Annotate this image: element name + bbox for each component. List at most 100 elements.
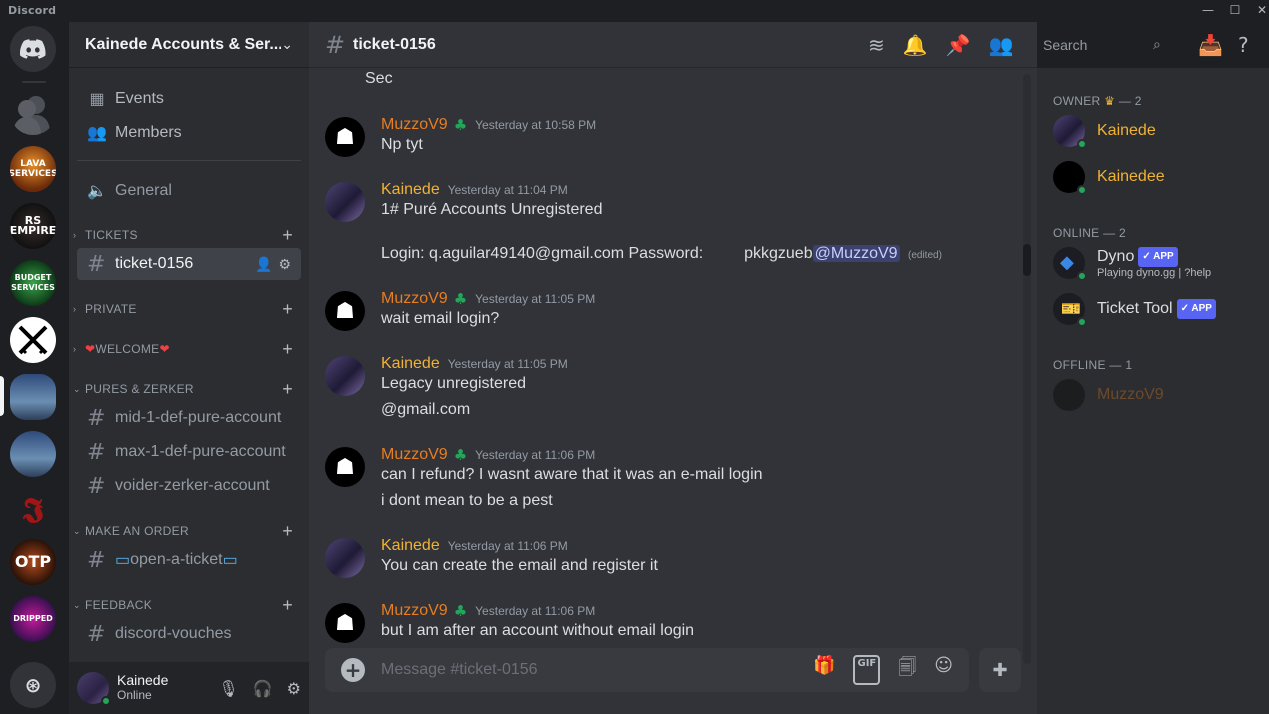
- channel-open-a-ticket[interactable]: # ▭ open-a-ticket ▭: [77, 544, 301, 576]
- scrollbar-track[interactable]: [1023, 74, 1031, 664]
- microphone-icon[interactable]: 🎙: [218, 679, 238, 698]
- gif-button[interactable]: GIF: [853, 655, 881, 685]
- avatar[interactable]: ☗: [325, 447, 365, 487]
- channel-mid-1-def[interactable]: # mid-1-def-pure-account: [77, 402, 301, 434]
- search-input[interactable]: [1043, 37, 1153, 53]
- message-text: can I refund? I wasnt aware that it was …: [381, 466, 763, 483]
- message-text: but I am after an account without email …: [381, 622, 695, 639]
- add-channel-icon[interactable]: +: [282, 379, 293, 400]
- message-author[interactable]: MuzzoV9: [381, 446, 448, 464]
- category-welcome[interactable]: › ❤WELCOME❤ +: [73, 339, 293, 360]
- chevron-down-icon: ⌄: [73, 383, 81, 394]
- add-channel-icon[interactable]: +: [282, 225, 293, 246]
- avatar[interactable]: [325, 182, 365, 222]
- add-channel-icon[interactable]: +: [282, 521, 293, 542]
- emoji-icon[interactable]: ☺: [934, 655, 953, 685]
- member-item[interactable]: Kainedee: [1053, 156, 1165, 198]
- category-feedback[interactable]: ⌄ FEEDBACK +: [73, 595, 293, 616]
- message-author[interactable]: Kainede: [381, 537, 440, 555]
- home-button[interactable]: [10, 26, 56, 72]
- channel-voider-zerker[interactable]: # voider-zerker-account: [77, 470, 301, 502]
- server-lava-services[interactable]: LAVA SERVICES: [10, 146, 56, 192]
- inbox-icon[interactable]: 📥: [1198, 33, 1223, 57]
- member-item[interactable]: MuzzoV9: [1053, 374, 1164, 416]
- category-make-an-order[interactable]: ⌄ MAKE AN ORDER +: [73, 521, 293, 542]
- online-status-icon: [1077, 271, 1087, 281]
- message-list: Sec ☗ MuzzoV9 ♣ Yesterday at 10:58 PM Np…: [309, 69, 1029, 649]
- gift-icon[interactable]: 🎁: [813, 655, 835, 685]
- channel-ticket-0156[interactable]: # ticket-0156 👤 ⚙: [77, 248, 301, 280]
- discover-button[interactable]: ⊛: [10, 662, 56, 708]
- message-text: @gmail.com: [381, 401, 471, 418]
- gear-icon[interactable]: ⚙: [278, 256, 291, 273]
- headphones-icon[interactable]: 🎧: [253, 679, 273, 698]
- hash-icon: #: [87, 405, 106, 431]
- avatar[interactable]: ☗: [325, 603, 365, 643]
- message-text: wait email login?: [381, 310, 500, 327]
- add-channel-icon[interactable]: +: [282, 595, 293, 616]
- server-swords[interactable]: [10, 317, 56, 363]
- server-header[interactable]: Kainede Accounts & Ser... ⌄: [69, 22, 309, 68]
- members-link[interactable]: 👥 Members: [77, 117, 301, 149]
- member-item[interactable]: ◆ Dyno ✓ APP Playing dyno.gg | ?help: [1053, 242, 1211, 284]
- server-l[interactable]: 𝕴: [10, 488, 56, 534]
- channel-discord-vouches[interactable]: # discord-vouches: [77, 618, 301, 650]
- server-name: Kainede Accounts & Ser...: [85, 35, 282, 53]
- server-2[interactable]: [10, 431, 56, 477]
- category-tickets[interactable]: › TICKETS +: [73, 225, 293, 246]
- minimize-icon[interactable]: —: [1200, 2, 1216, 18]
- ticket-icon: 🎫: [1061, 299, 1081, 318]
- gear-icon[interactable]: ⚙: [287, 679, 301, 698]
- message-author[interactable]: MuzzoV9: [381, 602, 448, 620]
- app-badge: ✓ APP: [1138, 247, 1178, 267]
- user-mention[interactable]: @MuzzoV9: [812, 245, 900, 262]
- avatar[interactable]: [325, 538, 365, 578]
- message-timestamp: Yesterday at 11:06 PM: [475, 604, 596, 618]
- add-channel-icon[interactable]: +: [282, 339, 293, 360]
- channel-general[interactable]: 🔈 General: [77, 175, 301, 207]
- apps-button[interactable]: ✚: [979, 648, 1021, 692]
- server-dripped[interactable]: DRIPPED: [10, 596, 56, 642]
- add-channel-icon[interactable]: +: [282, 299, 293, 320]
- server-rs-empire[interactable]: RS EMPIRE: [10, 203, 56, 249]
- threads-icon[interactable]: ≋: [868, 33, 885, 57]
- category-private[interactable]: › PRIVATE +: [73, 299, 293, 320]
- channel-list: ▦ Events 👥 Members 🔈 General › TICKETS +…: [69, 69, 309, 664]
- category-pures-zerker[interactable]: ⌄ PURES & ZERKER +: [73, 379, 293, 400]
- member-list-icon[interactable]: 👥: [989, 33, 1014, 57]
- ticket-emoji-icon: ▭: [115, 552, 131, 569]
- server-budget-services[interactable]: BUDGET SERVICES: [10, 260, 56, 306]
- scrollbar-thumb[interactable]: [1023, 244, 1031, 276]
- message-input[interactable]: Message #ticket-0156: [381, 661, 813, 679]
- window-titlebar: Discord — ☐ ✕: [0, 0, 1269, 22]
- avatar[interactable]: ☗: [325, 117, 365, 157]
- user-info[interactable]: Kainede Online: [117, 673, 168, 703]
- close-icon[interactable]: ✕: [1254, 2, 1269, 18]
- channel-max-1-def[interactable]: # max-1-def-pure-account: [77, 436, 301, 468]
- server-friends[interactable]: [10, 89, 56, 135]
- server-active-pill: [0, 376, 4, 416]
- invite-icon[interactable]: 👤: [255, 256, 272, 273]
- events-link[interactable]: ▦ Events: [77, 83, 301, 115]
- maximize-icon[interactable]: ☐: [1227, 2, 1243, 18]
- bell-icon[interactable]: 🔔: [903, 33, 928, 57]
- sticker-icon[interactable]: 🗐: [898, 655, 916, 685]
- avatar[interactable]: ☗: [325, 291, 365, 331]
- message-author[interactable]: MuzzoV9: [381, 290, 448, 308]
- add-attachment-button[interactable]: +: [341, 658, 365, 682]
- message-author[interactable]: MuzzoV9: [381, 116, 448, 134]
- message-author[interactable]: Kainede: [381, 181, 440, 199]
- avatar[interactable]: [325, 356, 365, 396]
- help-icon[interactable]: ?: [1238, 33, 1249, 57]
- server-1[interactable]: [10, 374, 56, 420]
- message-author[interactable]: Kainede: [381, 355, 440, 373]
- server-otp[interactable]: OTP: [10, 539, 56, 585]
- search-box[interactable]: ⌕: [1037, 33, 1181, 57]
- member-item[interactable]: Kainede: [1053, 110, 1156, 152]
- avatar[interactable]: [77, 672, 111, 706]
- online-status-icon: [101, 696, 111, 706]
- ticket-emoji-icon: ▭: [222, 552, 238, 569]
- pin-icon[interactable]: 📌: [946, 33, 971, 57]
- message-timestamp: Yesterday at 11:04 PM: [447, 183, 568, 197]
- member-item[interactable]: 🎫 Ticket Tool ✓ APP: [1053, 288, 1216, 330]
